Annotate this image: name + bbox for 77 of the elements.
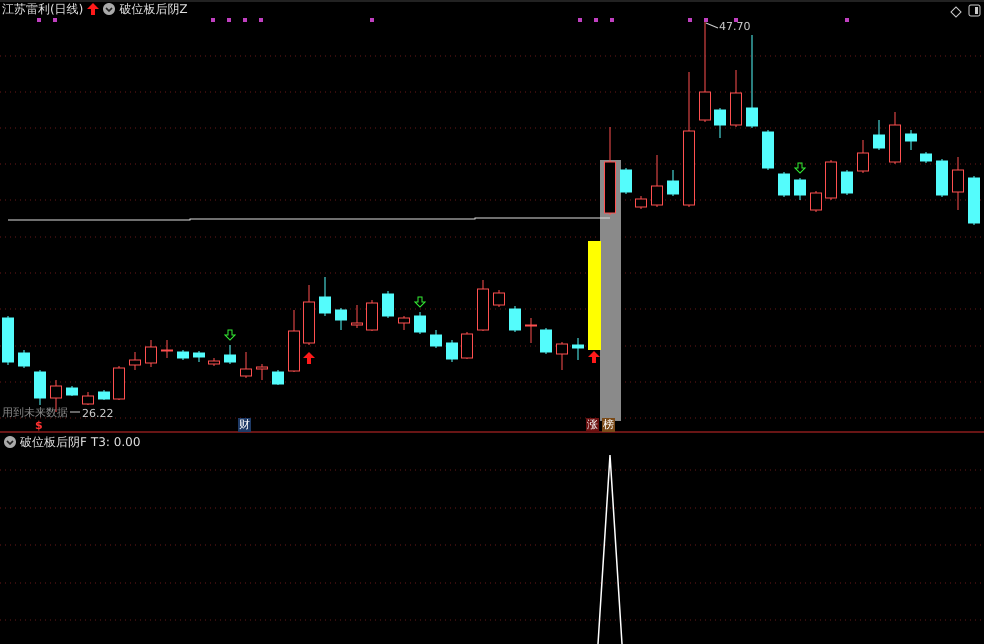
future-data-warning: 用到未来数据 [2, 406, 68, 419]
candlestick [762, 130, 774, 170]
diamond-icon[interactable] [950, 6, 962, 18]
candlestick [509, 306, 521, 332]
candlestick [66, 386, 78, 396]
candlestick [461, 332, 473, 360]
candlestick [794, 178, 806, 200]
candlestick [145, 340, 157, 368]
candlestick [319, 276, 331, 316]
candlestick [224, 344, 236, 364]
indicator-name: 破位板后阴F [20, 435, 87, 449]
candlestick [382, 290, 394, 318]
candlestick [572, 338, 584, 360]
candlestick [430, 330, 442, 348]
dropdown-icon[interactable] [103, 3, 116, 15]
candlestick [161, 340, 173, 358]
candlestick [730, 70, 742, 128]
candlestick [113, 366, 125, 400]
candlestick [936, 158, 948, 198]
candlestick [398, 316, 410, 330]
candlestick [193, 350, 205, 362]
up-arrow-icon [588, 351, 600, 363]
candlestick [366, 300, 378, 332]
down-arrow-icon [794, 162, 806, 174]
candlestick [18, 350, 30, 368]
candlestick [477, 280, 489, 332]
candlestick [34, 370, 46, 406]
candlestick [620, 168, 632, 194]
candlestick [920, 152, 932, 164]
panel-toggle-icon[interactable] [968, 4, 981, 17]
candlestick [256, 364, 268, 380]
candlestick [825, 160, 837, 200]
candlestick [841, 170, 853, 196]
low-price-label: 26.22 [82, 407, 114, 420]
candlestick [635, 196, 647, 210]
candlestick [272, 370, 284, 386]
indicator-reading: T3: 0.00 [90, 435, 140, 449]
candlestick [540, 328, 552, 354]
candlestick [952, 156, 964, 210]
candlestick [525, 318, 537, 344]
candlestick [288, 310, 300, 372]
candlestick [351, 304, 363, 328]
candlestick [651, 154, 663, 208]
candlestick [873, 120, 885, 150]
candlestick [177, 350, 189, 360]
candlestick [810, 190, 822, 212]
candlestick [82, 392, 94, 406]
event-tag: 财 [238, 418, 251, 432]
candlestick [98, 390, 110, 400]
event-tag: 榜 [602, 418, 615, 432]
candlestick [857, 140, 869, 174]
dollar-marker: $ [35, 419, 43, 432]
candlestick [905, 130, 917, 150]
candlestick [446, 340, 458, 362]
candlestick [667, 170, 679, 196]
candlestick [240, 352, 252, 378]
high-price-label: 47.70 [719, 20, 750, 33]
up-arrow-icon [303, 352, 315, 364]
candlestick [968, 176, 980, 226]
indicator-name: 破位板后阴Z [119, 2, 188, 16]
leader-line [706, 22, 718, 28]
candlestick [2, 316, 14, 366]
candlestick [493, 290, 505, 308]
candlestick [303, 284, 315, 346]
candlestick [335, 308, 347, 330]
up-arrow-icon [87, 3, 100, 15]
stock-title: 江苏雷利(日线) [2, 2, 84, 16]
dropdown-icon[interactable] [4, 436, 16, 448]
candlestick [889, 112, 901, 164]
candlestick [778, 172, 790, 198]
candlestick [714, 108, 726, 138]
down-arrow-icon [224, 329, 236, 341]
candlestick [129, 352, 141, 370]
candlestick [414, 312, 426, 334]
event-tag: 涨 [586, 418, 599, 432]
down-arrow-icon [414, 296, 426, 308]
candlestick [556, 342, 568, 370]
